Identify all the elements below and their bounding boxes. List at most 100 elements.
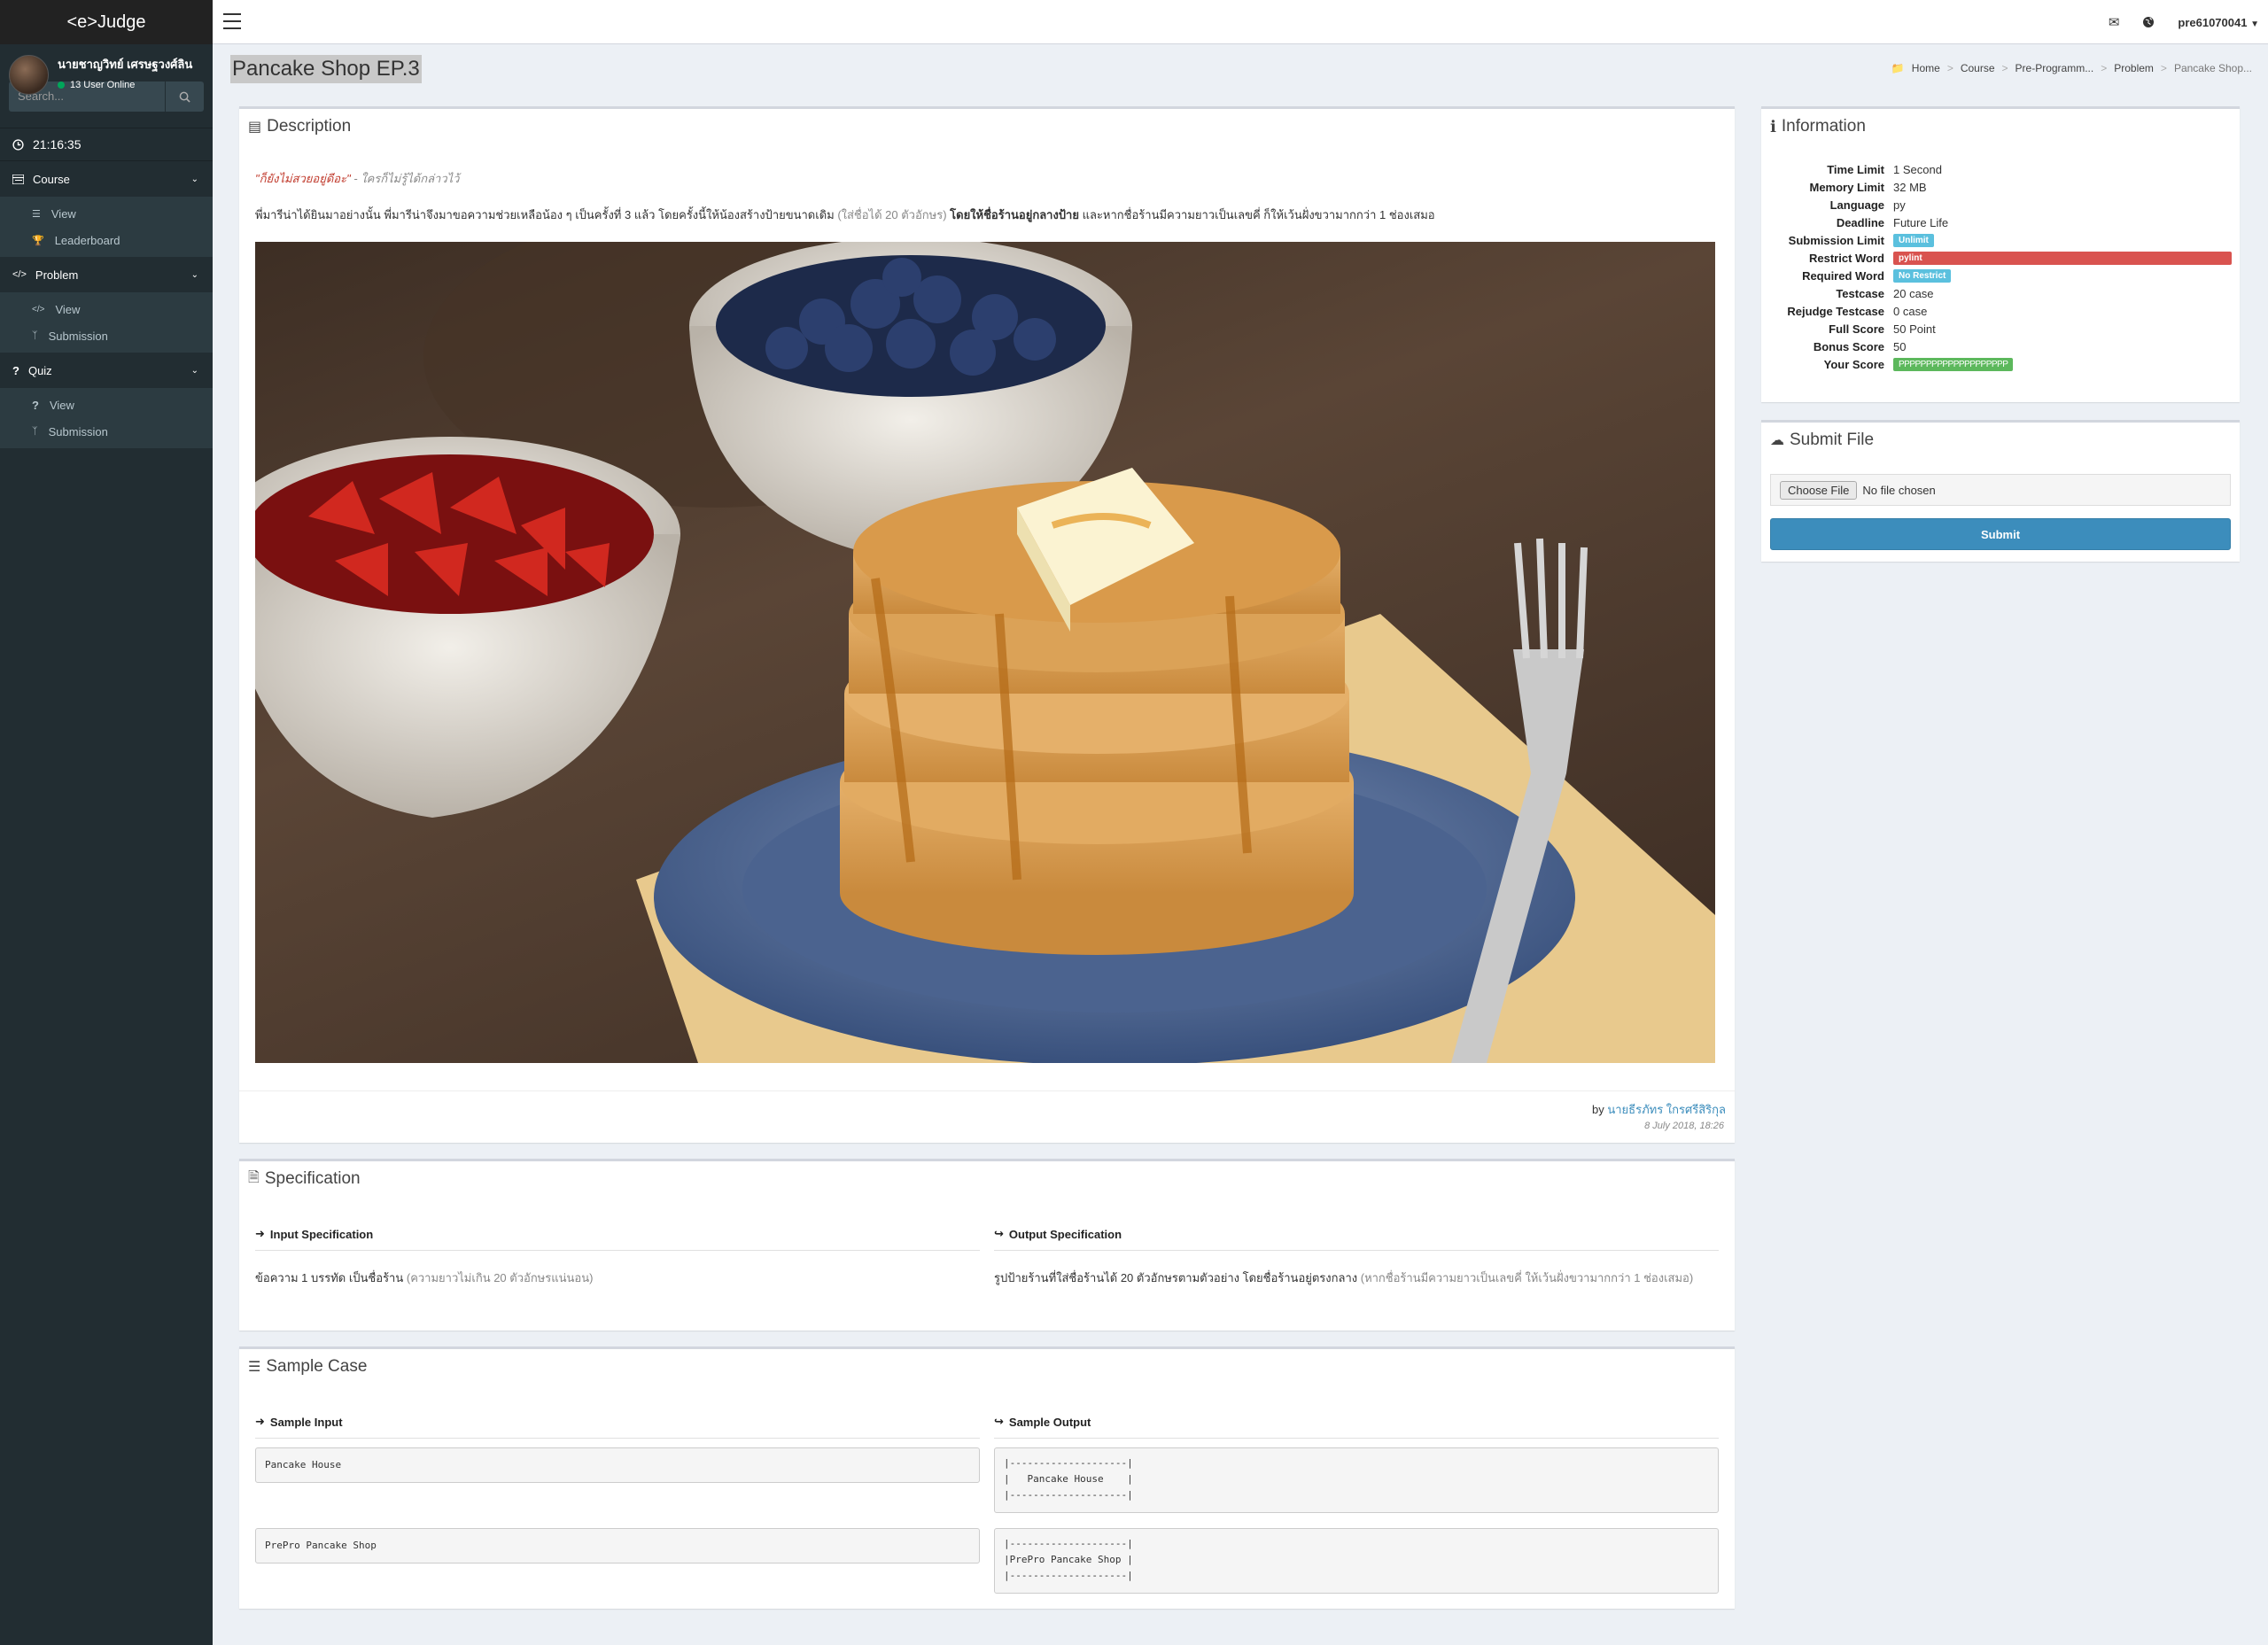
quote-author: - ใครก็ไม่รู้ได้กล่าวไว้	[350, 172, 460, 185]
info-row: Bonus Score 50	[1770, 338, 2240, 355]
course-submenu: ☰ View 🏆 Leaderboard	[0, 197, 213, 257]
sample-input-title: Sample Input	[269, 1415, 343, 1429]
output-spec: ↪ Output Specification รูปป้ายร้านที่ใส่ช…	[994, 1227, 1719, 1288]
description-body: "ก็ยังไม่สวยอยู่ดีอะ" - ใครก็ไม่รู้ได้กล…	[239, 144, 1735, 1063]
choose-file-button[interactable]: Choose File	[1780, 480, 1858, 500]
menu-problem[interactable]: </> Problem ⌄	[0, 257, 213, 292]
file-status: No file chosen	[1862, 483, 1936, 497]
input-spec: ➜ Input Specification ข้อความ 1 บรรทัด เป…	[255, 1227, 980, 1287]
list-alt-icon: ▤	[248, 120, 262, 135]
info-value: 50	[1893, 339, 1907, 353]
info-key: Full Score	[1829, 322, 1884, 336]
chevron-down-icon: ⌄	[190, 269, 198, 280]
breadcrumb-problem[interactable]: Problem	[2114, 62, 2154, 74]
app-logo[interactable]: <e>Judge	[0, 0, 213, 44]
pancake-image	[255, 242, 1715, 1063]
sidebar-item-quiz-submission[interactable]: ᛉ Submission	[0, 418, 213, 445]
breadcrumb-home[interactable]: Home	[1912, 62, 1940, 74]
sample-output-title: Sample Output	[1008, 1415, 1091, 1429]
problem-submenu: </> View ᛉ Submission	[0, 292, 213, 353]
info-table: Time Limit 1 Second Memory Limit 32 MB Lan…	[1770, 160, 2240, 373]
file-input[interactable]: Choose File No file chosen	[1770, 474, 2231, 506]
username: pre61070041	[2178, 15, 2248, 29]
restrict-word-badge: pylint	[1893, 251, 2232, 265]
breadcrumb-course[interactable]: Course	[1961, 62, 1995, 74]
info-row: Your Score PPPPPPPPPPPPPPPPPPPP	[1770, 355, 2240, 373]
sample-output-1[interactable]: |--------------------| | Pancake House |…	[994, 1447, 1719, 1513]
question-icon: ?	[32, 398, 39, 412]
quote-text: "ก็ยังไม่สวยอยู่ดีอะ"	[255, 172, 351, 185]
chevron-down-icon: ⌄	[190, 174, 198, 184]
user-menu[interactable]: pre61070041 ▼	[2178, 16, 2259, 29]
sign-out-icon: ↪	[994, 1415, 1004, 1428]
file-text-icon: 🗎	[248, 1169, 260, 1185]
description-header: ▤ Description	[239, 109, 1735, 144]
sidebar-item-course-view[interactable]: ☰ View	[0, 200, 213, 227]
info-value: 0 case	[1893, 304, 1928, 318]
menu-course[interactable]: Course ⌄	[0, 161, 213, 197]
description-footer: by นายธีรภัทร ใกรศรีสิริกุล 8 July 2018,…	[239, 1090, 1735, 1131]
breadcrumb-current: Pancake Shop...	[2173, 62, 2252, 74]
info-row: Language py	[1770, 196, 2240, 213]
information-box: ℹ Information Time Limit 1 Second Memory …	[1761, 106, 2240, 402]
page-title: Pancake Shop EP.3	[230, 55, 422, 83]
output-spec-text: รูปป้ายร้านที่ใส่ชื่อร้านได้ 20 ตัวอักษร…	[994, 1269, 1719, 1288]
sidebar-item-label: Submission	[48, 424, 108, 438]
input-spec-note: (ความยาวไม่เกิน 20 ตัวอักษรแน่นอน)	[406, 1271, 594, 1284]
menu-quiz[interactable]: ? Quiz ⌄	[0, 353, 213, 388]
specification-title: Specification	[264, 1169, 361, 1188]
sample-input-1[interactable]: Pancake House	[255, 1447, 980, 1483]
output-spec-title: Output Specification	[1008, 1227, 1122, 1241]
description-box: ▤ Description "ก็ยังไม่สวยอยู่ดีอะ" - ใค…	[239, 106, 1735, 1143]
user-name: นายชาญวิทย์ เศรษฐวงศ์ลิน	[58, 58, 193, 71]
input-spec-title: Input Specification	[269, 1227, 374, 1241]
submit-file-header: ☁ Submit File	[1761, 423, 2240, 458]
sidebar-item-quiz-view[interactable]: ? View	[0, 392, 213, 418]
info-value: 20 case	[1893, 286, 1934, 300]
by-label: by	[1592, 1103, 1608, 1116]
sample-output-col: ↪ Sample Output |--------------------| | …	[994, 1415, 1719, 1594]
info-key: Time Limit	[1827, 162, 1884, 176]
info-key: Testcase	[1836, 286, 1884, 300]
info-key: Language	[1829, 198, 1884, 212]
info-key: Memory Limit	[1809, 180, 1884, 194]
description-paragraph: พี่มารีน่าได้ยินมาอย่างนั้น พี่มารีน่าจึ…	[255, 206, 1719, 224]
submit-button[interactable]: Submit	[1770, 518, 2231, 550]
chevron-down-icon: ⌄	[190, 365, 198, 376]
globe-icon[interactable]	[2142, 16, 2155, 28]
sidebar-item-label: View	[50, 206, 76, 221]
menu-course-label: Course	[33, 172, 70, 186]
author-line: by นายธีรภัทร ใกรศรีสิริกุล	[239, 1100, 1726, 1119]
sidebar-item-problem-submission[interactable]: ᛉ Submission	[0, 322, 213, 349]
sidebar-toggle-button[interactable]	[223, 13, 241, 29]
info-key: Deadline	[1836, 215, 1884, 229]
list-ol-icon: ☰	[248, 1360, 261, 1375]
sidebar: <e>Judge นายชาญวิทย์ เศรษฐวงศ์ลิน 13 Use…	[0, 0, 213, 1645]
quote-line: "ก็ยังไม่สวยอยู่ดีอะ" - ใครก็ไม่รู้ได้กล…	[255, 169, 1719, 188]
author-link[interactable]: นายธีรภัทร ใกรศรีสิริกุล	[1607, 1103, 1726, 1116]
info-row: Full Score 50 Point	[1770, 320, 2240, 338]
info-value: py	[1893, 198, 1906, 212]
info-icon: ℹ	[1770, 117, 1776, 136]
sidebar-item-problem-view[interactable]: </> View	[0, 296, 213, 322]
sample-case-box: ☰ Sample Case ➜ Sample Input Pancake Hous…	[239, 1346, 1735, 1609]
sample-input-2[interactable]: PrePro Pancake Shop	[255, 1528, 980, 1564]
info-row: Memory Limit 32 MB	[1770, 178, 2240, 196]
envelope-icon[interactable]: ✉	[2109, 14, 2120, 30]
sample-output-2[interactable]: |--------------------| |PrePro Pancake S…	[994, 1528, 1719, 1594]
sidebar-item-leaderboard[interactable]: 🏆 Leaderboard	[0, 227, 213, 253]
description-bold: โดยให้ชื่อร้านอยู่กลางป้าย	[950, 208, 1079, 221]
code-icon: </>	[32, 304, 45, 314]
clock-icon	[12, 138, 24, 151]
information-header: ℹ Information	[1761, 109, 2240, 144]
breadcrumb-program[interactable]: Pre-Programm...	[2016, 62, 2094, 74]
info-value: 1 Second	[1893, 162, 1942, 176]
submission-limit-badge: Unlimit	[1893, 233, 1934, 247]
code-fork-icon: ᛉ	[32, 330, 38, 341]
info-key: Submission Limit	[1788, 233, 1884, 247]
info-value: Future Life	[1893, 215, 1949, 229]
output-spec-note: (หากชื่อร้านมีความยาวเป็นเลขคี่ ให้เว้นฝ…	[1360, 1271, 1694, 1284]
info-row: Deadline Future Life	[1770, 213, 2240, 231]
info-key: Bonus Score	[1813, 339, 1884, 353]
avatar	[9, 55, 49, 95]
